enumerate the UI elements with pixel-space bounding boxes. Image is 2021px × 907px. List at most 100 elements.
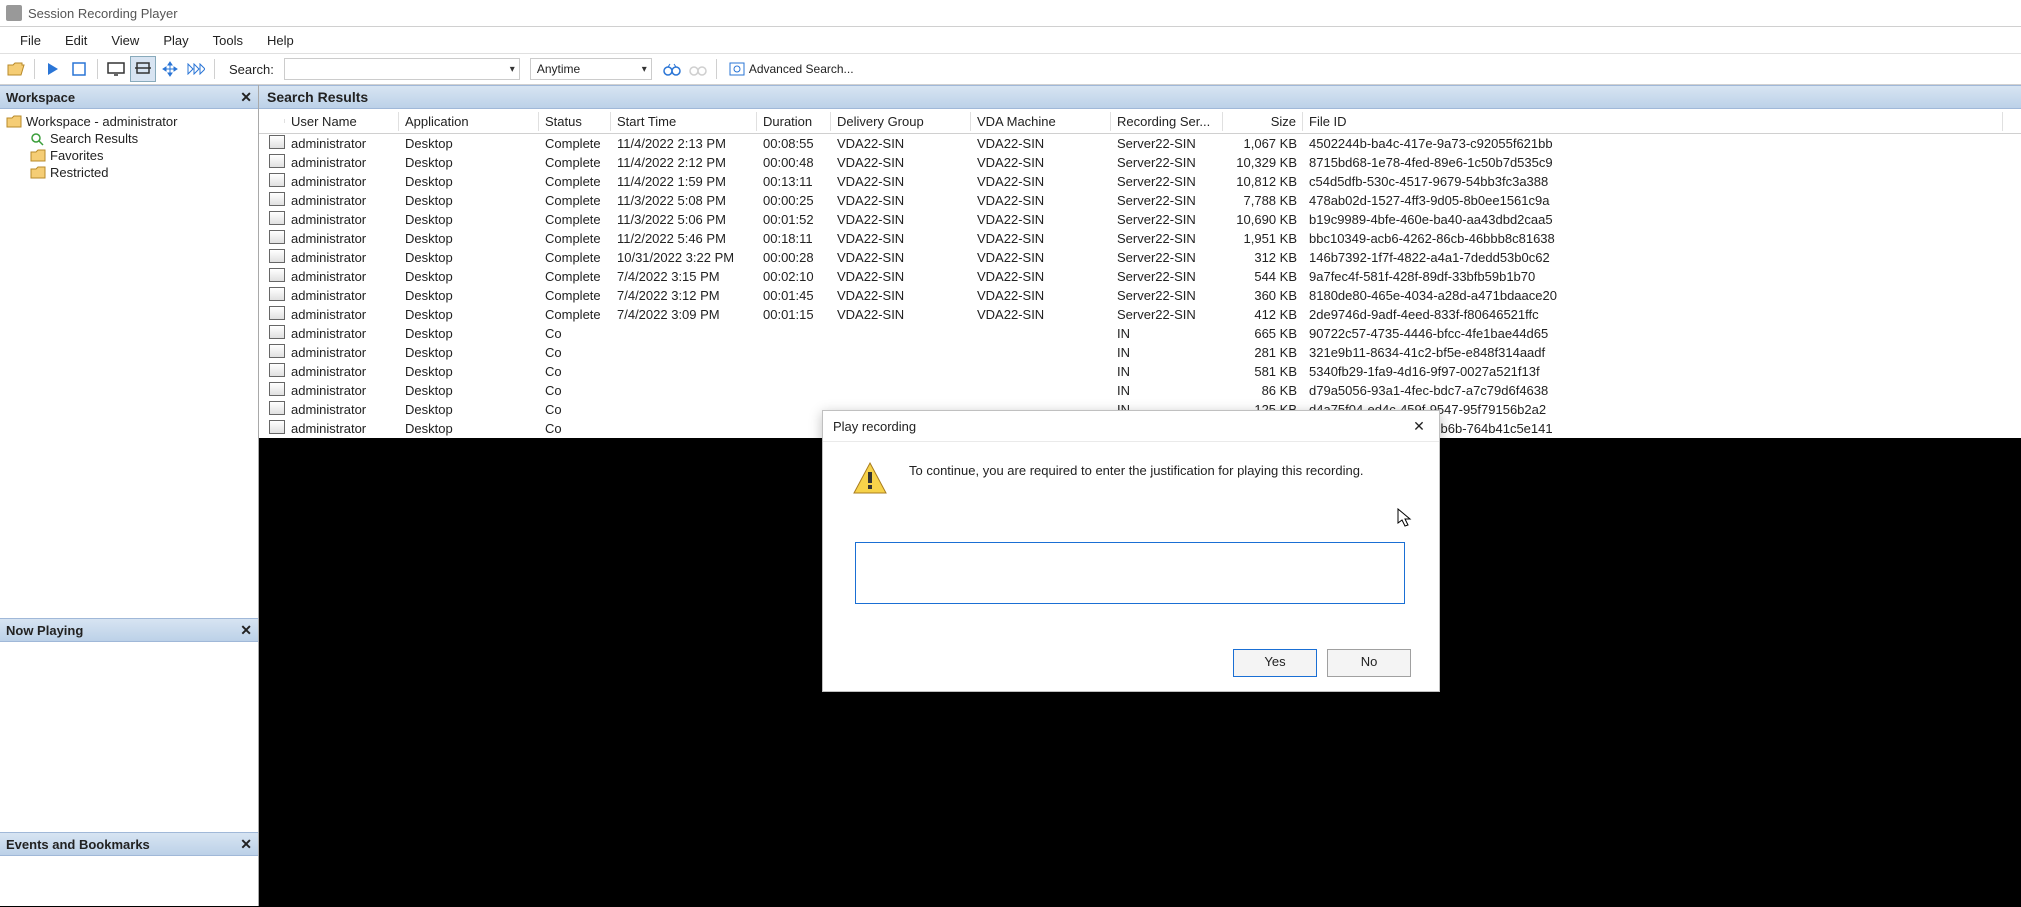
search-input[interactable]: ▾ [284,58,520,80]
cell-fileid: 5340fb29-1fa9-4d16-9f97-0027a521f13f [1303,364,2003,379]
stop-button[interactable] [67,57,91,81]
cell-app: Desktop [399,250,539,265]
right-column: Search Results User Name Application Sta… [259,85,2021,906]
menu-help[interactable]: Help [255,30,306,51]
cell-start: 7/4/2022 3:15 PM [611,269,757,284]
cell-server: IN [1111,383,1223,398]
tree-item-favorites[interactable]: Favorites [6,147,252,164]
cell-app: Desktop [399,326,539,341]
th-icon[interactable] [259,119,285,123]
cell-status: Complete [539,250,611,265]
recording-icon [269,154,285,168]
justification-input[interactable] [855,542,1405,604]
table-row[interactable]: administratorDesktopComplete11/4/2022 2:… [259,153,2021,172]
table-row[interactable]: administratorDesktopComplete11/2/2022 5:… [259,229,2021,248]
play-button[interactable] [41,57,65,81]
no-button[interactable]: No [1327,649,1411,677]
table-row[interactable]: administratorDesktopComplete11/3/2022 5:… [259,210,2021,229]
close-icon[interactable]: ✕ [240,836,252,853]
menu-file[interactable]: File [8,30,53,51]
cell-fileid: 478ab02d-1527-4ff3-9d05-8b0ee1561c9a [1303,193,2003,208]
pan-button[interactable] [158,57,182,81]
toolbar: Search: ▾ Anytime ▾ Advanced Search... [0,54,2021,85]
search-button[interactable] [660,57,684,81]
recording-icon [269,325,285,339]
cell-delivery: VDA22-SIN [831,231,971,246]
skip-button[interactable] [184,57,208,81]
play-icon [47,62,59,76]
menu-edit[interactable]: Edit [53,30,99,51]
cell-app: Desktop [399,364,539,379]
cell-delivery: VDA22-SIN [831,193,971,208]
th-fileid[interactable]: File ID [1303,112,2003,131]
menu-view[interactable]: View [99,30,151,51]
th-start[interactable]: Start Time [611,112,757,131]
cell-app: Desktop [399,345,539,360]
table-row[interactable]: administratorDesktopComplete7/4/2022 3:0… [259,305,2021,324]
dialog-close-button[interactable]: ✕ [1409,416,1429,436]
table-row[interactable]: administratorDesktopComplete11/4/2022 2:… [259,134,2021,153]
cell-status: Complete [539,269,611,284]
open-button[interactable] [4,57,28,81]
cell-user: administrator [285,231,399,246]
table-row[interactable]: administratorDesktopComplete11/4/2022 1:… [259,172,2021,191]
table-row[interactable]: administratorDesktopCoIN86 KBd79a5056-93… [259,381,2021,400]
cell-start: 11/2/2022 5:46 PM [611,231,757,246]
cell-duration: 00:01:15 [757,307,831,322]
advanced-search-button[interactable]: Advanced Search... [723,57,860,81]
binoculars-icon [663,62,681,76]
recording-icon [269,135,285,149]
cell-size: 412 KB [1223,307,1303,322]
results-panel-title: Search Results [267,89,368,105]
tree-item-search-results[interactable]: Search Results [6,130,252,147]
fit-screen-icon [134,62,152,76]
th-size[interactable]: Size [1223,112,1303,131]
recording-icon [269,211,285,225]
time-filter-dropdown[interactable]: Anytime ▾ [530,58,652,80]
cell-fileid: bbc10349-acb6-4262-86cb-46bbb8c81638 [1303,231,2003,246]
th-user[interactable]: User Name [285,112,399,131]
table-row[interactable]: administratorDesktopComplete7/4/2022 3:1… [259,267,2021,286]
cell-fileid: 2de9746d-9adf-4eed-833f-f80646521ffc [1303,307,2003,322]
table-body: administratorDesktopComplete11/4/2022 2:… [259,134,2021,438]
table-row[interactable]: administratorDesktopComplete10/31/2022 3… [259,248,2021,267]
table-row[interactable]: administratorDesktopCoIN581 KB5340fb29-1… [259,362,2021,381]
cell-status: Complete [539,174,611,189]
now-playing-body [0,642,258,832]
cell-status: Co [539,402,611,417]
cell-server: Server22-SIN [1111,269,1223,284]
th-recserver[interactable]: Recording Ser... [1111,112,1223,131]
cell-status: Complete [539,193,611,208]
th-status[interactable]: Status [539,112,611,131]
th-vda[interactable]: VDA Machine [971,112,1111,131]
recording-icon [269,287,285,301]
table-row[interactable]: administratorDesktopCoIN665 KB90722c57-4… [259,324,2021,343]
cell-size: 1,951 KB [1223,231,1303,246]
table-row[interactable]: administratorDesktopComplete7/4/2022 3:1… [259,286,2021,305]
menu-tools[interactable]: Tools [201,30,255,51]
close-icon[interactable]: ✕ [240,622,252,639]
th-delivery[interactable]: Delivery Group [831,112,971,131]
yes-button[interactable]: Yes [1233,649,1317,677]
th-duration[interactable]: Duration [757,112,831,131]
tree-root[interactable]: Workspace - administrator [6,113,252,130]
close-icon[interactable]: ✕ [240,89,252,106]
separator [97,59,98,79]
events-panel: Events and Bookmarks ✕ [0,832,258,906]
cell-user: administrator [285,212,399,227]
cell-delivery: VDA22-SIN [831,155,971,170]
tree-item-restricted[interactable]: Restricted [6,164,252,181]
play-recording-dialog: Play recording ✕ To continue, you are re… [822,410,1440,692]
fit-button[interactable] [130,56,156,82]
cell-app: Desktop [399,231,539,246]
table-row[interactable]: administratorDesktopCoIN281 KB321e9b11-8… [259,343,2021,362]
menu-play[interactable]: Play [151,30,200,51]
th-application[interactable]: Application [399,112,539,131]
recording-icon [269,249,285,263]
table-row[interactable]: administratorDesktopComplete11/3/2022 5:… [259,191,2021,210]
screen-button[interactable] [104,57,128,81]
cell-size: 1,067 KB [1223,136,1303,151]
cell-vda: VDA22-SIN [971,193,1111,208]
cell-size: 544 KB [1223,269,1303,284]
now-playing-panel-title: Now Playing [6,623,83,638]
